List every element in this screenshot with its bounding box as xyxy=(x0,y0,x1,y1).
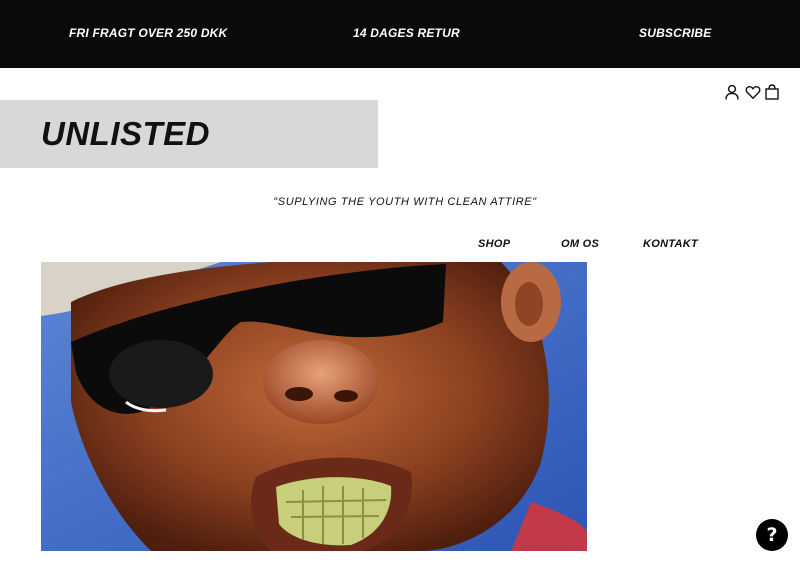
free-shipping-notice: FRI FRAGT OVER 250 DKK xyxy=(69,26,228,40)
user-icon[interactable] xyxy=(724,84,740,100)
hero-image xyxy=(41,262,587,551)
announcement-bar: FRI FRAGT OVER 250 DKK 14 DAGES RETUR SU… xyxy=(0,0,800,68)
return-policy-notice: 14 DAGES RETUR xyxy=(353,26,460,40)
tagline: "SUPLYING THE YOUTH WITH CLEAN ATTIRE" xyxy=(273,196,537,208)
shopping-bag-icon[interactable] xyxy=(764,84,780,100)
heart-icon[interactable] xyxy=(745,84,761,100)
nav-item-om-os[interactable]: OM OS xyxy=(561,238,599,250)
nav-item-kontakt[interactable]: KONTAKT xyxy=(643,238,698,250)
logo-text: UNLISTED xyxy=(41,115,210,152)
subscribe-link[interactable]: SUBSCRIBE xyxy=(639,26,711,40)
help-button[interactable]: ? xyxy=(756,519,788,551)
nav-item-shop[interactable]: SHOP xyxy=(478,238,510,250)
logo-block[interactable]: UNLISTED xyxy=(0,100,378,168)
